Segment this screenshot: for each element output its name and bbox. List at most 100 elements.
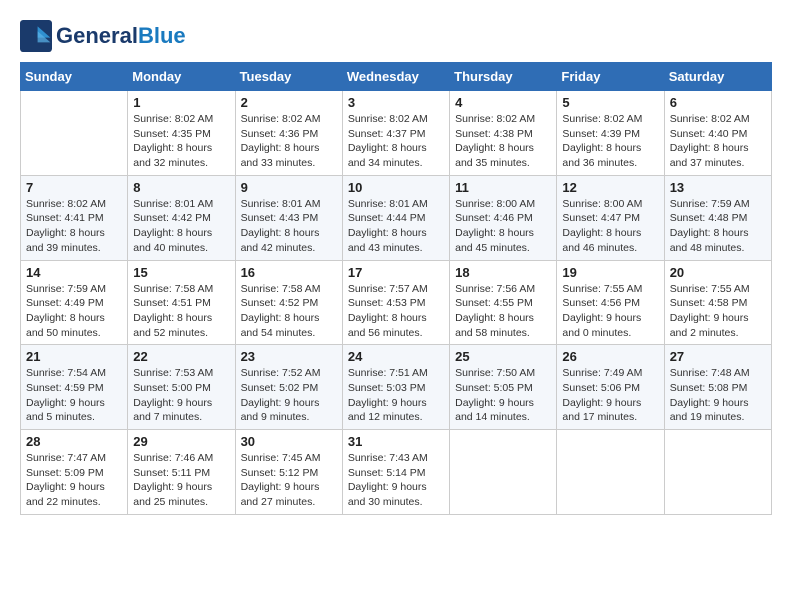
day-cell: 25 Sunrise: 7:50 AM Sunset: 5:05 PM Dayli… <box>450 345 557 430</box>
day-info: Sunrise: 8:02 AM Sunset: 4:41 PM Dayligh… <box>26 197 122 256</box>
day-cell: 27 Sunrise: 7:48 AM Sunset: 5:08 PM Dayli… <box>664 345 771 430</box>
day-cell: 2Sunrise: 8:02 AM Sunset: 4:36 PM Daylig… <box>235 91 342 176</box>
day-cell: 9 Sunrise: 8:01 AM Sunset: 4:43 PM Daylig… <box>235 175 342 260</box>
day-number: 16 <box>241 265 337 280</box>
day-number: 2 <box>241 95 337 110</box>
week-row-3: 14 Sunrise: 7:59 AM Sunset: 4:49 PM Dayli… <box>21 260 772 345</box>
day-info: Sunrise: 8:02 AM Sunset: 4:39 PM Dayligh… <box>562 112 658 171</box>
day-number: 11 <box>455 180 551 195</box>
day-number: 24 <box>348 349 444 364</box>
day-cell <box>557 430 664 515</box>
day-number: 15 <box>133 265 229 280</box>
week-row-5: 28 Sunrise: 7:47 AM Sunset: 5:09 PM Dayli… <box>21 430 772 515</box>
day-cell <box>664 430 771 515</box>
day-info: Sunrise: 7:58 AM Sunset: 4:51 PM Dayligh… <box>133 282 229 341</box>
day-info: Sunrise: 8:02 AM Sunset: 4:35 PM Dayligh… <box>133 112 229 171</box>
day-info: Sunrise: 7:57 AM Sunset: 4:53 PM Dayligh… <box>348 282 444 341</box>
logo-icon <box>20 20 52 52</box>
logo: GeneralBlue <box>20 20 186 52</box>
day-cell: 3Sunrise: 8:02 AM Sunset: 4:37 PM Daylig… <box>342 91 449 176</box>
day-cell: 21 Sunrise: 7:54 AM Sunset: 4:59 PM Dayli… <box>21 345 128 430</box>
day-info: Sunrise: 7:56 AM Sunset: 4:55 PM Dayligh… <box>455 282 551 341</box>
day-number: 5 <box>562 95 658 110</box>
day-info: Sunrise: 7:55 AM Sunset: 4:56 PM Dayligh… <box>562 282 658 341</box>
day-cell: 30Sunrise: 7:45 AM Sunset: 5:12 PM Dayli… <box>235 430 342 515</box>
day-info: Sunrise: 7:55 AM Sunset: 4:58 PM Dayligh… <box>670 282 766 341</box>
day-number: 18 <box>455 265 551 280</box>
day-info: Sunrise: 8:00 AM Sunset: 4:46 PM Dayligh… <box>455 197 551 256</box>
day-cell: 18 Sunrise: 7:56 AM Sunset: 4:55 PM Dayli… <box>450 260 557 345</box>
day-number: 25 <box>455 349 551 364</box>
day-header-friday: Friday <box>557 63 664 91</box>
day-number: 20 <box>670 265 766 280</box>
day-cell: 1 Sunrise: 8:02 AM Sunset: 4:35 PM Daylig… <box>128 91 235 176</box>
day-info: Sunrise: 7:43 AM Sunset: 5:14 PM Dayligh… <box>348 451 444 510</box>
day-info: Sunrise: 7:59 AM Sunset: 4:49 PM Dayligh… <box>26 282 122 341</box>
day-number: 21 <box>26 349 122 364</box>
day-cell: 14 Sunrise: 7:59 AM Sunset: 4:49 PM Dayli… <box>21 260 128 345</box>
page-header: GeneralBlue <box>20 20 772 52</box>
day-cell: 26Sunrise: 7:49 AM Sunset: 5:06 PM Dayli… <box>557 345 664 430</box>
day-info: Sunrise: 8:02 AM Sunset: 4:38 PM Dayligh… <box>455 112 551 171</box>
day-info: Sunrise: 8:02 AM Sunset: 4:37 PM Dayligh… <box>348 112 444 171</box>
day-number: 19 <box>562 265 658 280</box>
day-number: 30 <box>241 434 337 449</box>
day-number: 7 <box>26 180 122 195</box>
day-info: Sunrise: 7:58 AM Sunset: 4:52 PM Dayligh… <box>241 282 337 341</box>
day-cell: 19 Sunrise: 7:55 AM Sunset: 4:56 PM Dayli… <box>557 260 664 345</box>
day-info: Sunrise: 8:01 AM Sunset: 4:42 PM Dayligh… <box>133 197 229 256</box>
day-number: 29 <box>133 434 229 449</box>
day-info: Sunrise: 8:02 AM Sunset: 4:40 PM Dayligh… <box>670 112 766 171</box>
day-number: 31 <box>348 434 444 449</box>
day-number: 4 <box>455 95 551 110</box>
day-cell: 31 Sunrise: 7:43 AM Sunset: 5:14 PM Dayli… <box>342 430 449 515</box>
day-cell: 22Sunrise: 7:53 AM Sunset: 5:00 PM Dayli… <box>128 345 235 430</box>
day-cell: 7 Sunrise: 8:02 AM Sunset: 4:41 PM Daylig… <box>21 175 128 260</box>
day-number: 8 <box>133 180 229 195</box>
day-cell <box>21 91 128 176</box>
day-number: 9 <box>241 180 337 195</box>
day-cell: 29Sunrise: 7:46 AM Sunset: 5:11 PM Dayli… <box>128 430 235 515</box>
day-cell: 8 Sunrise: 8:01 AM Sunset: 4:42 PM Daylig… <box>128 175 235 260</box>
day-number: 27 <box>670 349 766 364</box>
day-info: Sunrise: 7:47 AM Sunset: 5:09 PM Dayligh… <box>26 451 122 510</box>
logo-text: GeneralBlue <box>56 24 186 48</box>
day-info: Sunrise: 7:48 AM Sunset: 5:08 PM Dayligh… <box>670 366 766 425</box>
day-header-saturday: Saturday <box>664 63 771 91</box>
day-number: 10 <box>348 180 444 195</box>
calendar-table: SundayMondayTuesdayWednesdayThursdayFrid… <box>20 62 772 515</box>
week-row-4: 21 Sunrise: 7:54 AM Sunset: 4:59 PM Dayli… <box>21 345 772 430</box>
day-cell: 13Sunrise: 7:59 AM Sunset: 4:48 PM Dayli… <box>664 175 771 260</box>
day-number: 28 <box>26 434 122 449</box>
day-cell: 6 Sunrise: 8:02 AM Sunset: 4:40 PM Daylig… <box>664 91 771 176</box>
day-cell: 12Sunrise: 8:00 AM Sunset: 4:47 PM Dayli… <box>557 175 664 260</box>
day-header-sunday: Sunday <box>21 63 128 91</box>
day-info: Sunrise: 7:51 AM Sunset: 5:03 PM Dayligh… <box>348 366 444 425</box>
day-header-row: SundayMondayTuesdayWednesdayThursdayFrid… <box>21 63 772 91</box>
day-cell: 28 Sunrise: 7:47 AM Sunset: 5:09 PM Dayli… <box>21 430 128 515</box>
day-number: 12 <box>562 180 658 195</box>
day-cell: 11 Sunrise: 8:00 AM Sunset: 4:46 PM Dayli… <box>450 175 557 260</box>
week-row-2: 7 Sunrise: 8:02 AM Sunset: 4:41 PM Daylig… <box>21 175 772 260</box>
day-cell: 4 Sunrise: 8:02 AM Sunset: 4:38 PM Daylig… <box>450 91 557 176</box>
day-header-monday: Monday <box>128 63 235 91</box>
day-number: 13 <box>670 180 766 195</box>
day-cell: 23Sunrise: 7:52 AM Sunset: 5:02 PM Dayli… <box>235 345 342 430</box>
day-info: Sunrise: 8:01 AM Sunset: 4:43 PM Dayligh… <box>241 197 337 256</box>
day-number: 6 <box>670 95 766 110</box>
day-cell: 10Sunrise: 8:01 AM Sunset: 4:44 PM Dayli… <box>342 175 449 260</box>
day-info: Sunrise: 7:53 AM Sunset: 5:00 PM Dayligh… <box>133 366 229 425</box>
day-number: 17 <box>348 265 444 280</box>
day-cell: 16 Sunrise: 7:58 AM Sunset: 4:52 PM Dayli… <box>235 260 342 345</box>
day-number: 1 <box>133 95 229 110</box>
day-info: Sunrise: 7:52 AM Sunset: 5:02 PM Dayligh… <box>241 366 337 425</box>
day-cell: 17 Sunrise: 7:57 AM Sunset: 4:53 PM Dayli… <box>342 260 449 345</box>
day-number: 14 <box>26 265 122 280</box>
day-info: Sunrise: 7:50 AM Sunset: 5:05 PM Dayligh… <box>455 366 551 425</box>
day-info: Sunrise: 7:49 AM Sunset: 5:06 PM Dayligh… <box>562 366 658 425</box>
day-header-thursday: Thursday <box>450 63 557 91</box>
day-header-tuesday: Tuesday <box>235 63 342 91</box>
day-cell: 15 Sunrise: 7:58 AM Sunset: 4:51 PM Dayli… <box>128 260 235 345</box>
day-cell: 24 Sunrise: 7:51 AM Sunset: 5:03 PM Dayli… <box>342 345 449 430</box>
day-info: Sunrise: 7:54 AM Sunset: 4:59 PM Dayligh… <box>26 366 122 425</box>
